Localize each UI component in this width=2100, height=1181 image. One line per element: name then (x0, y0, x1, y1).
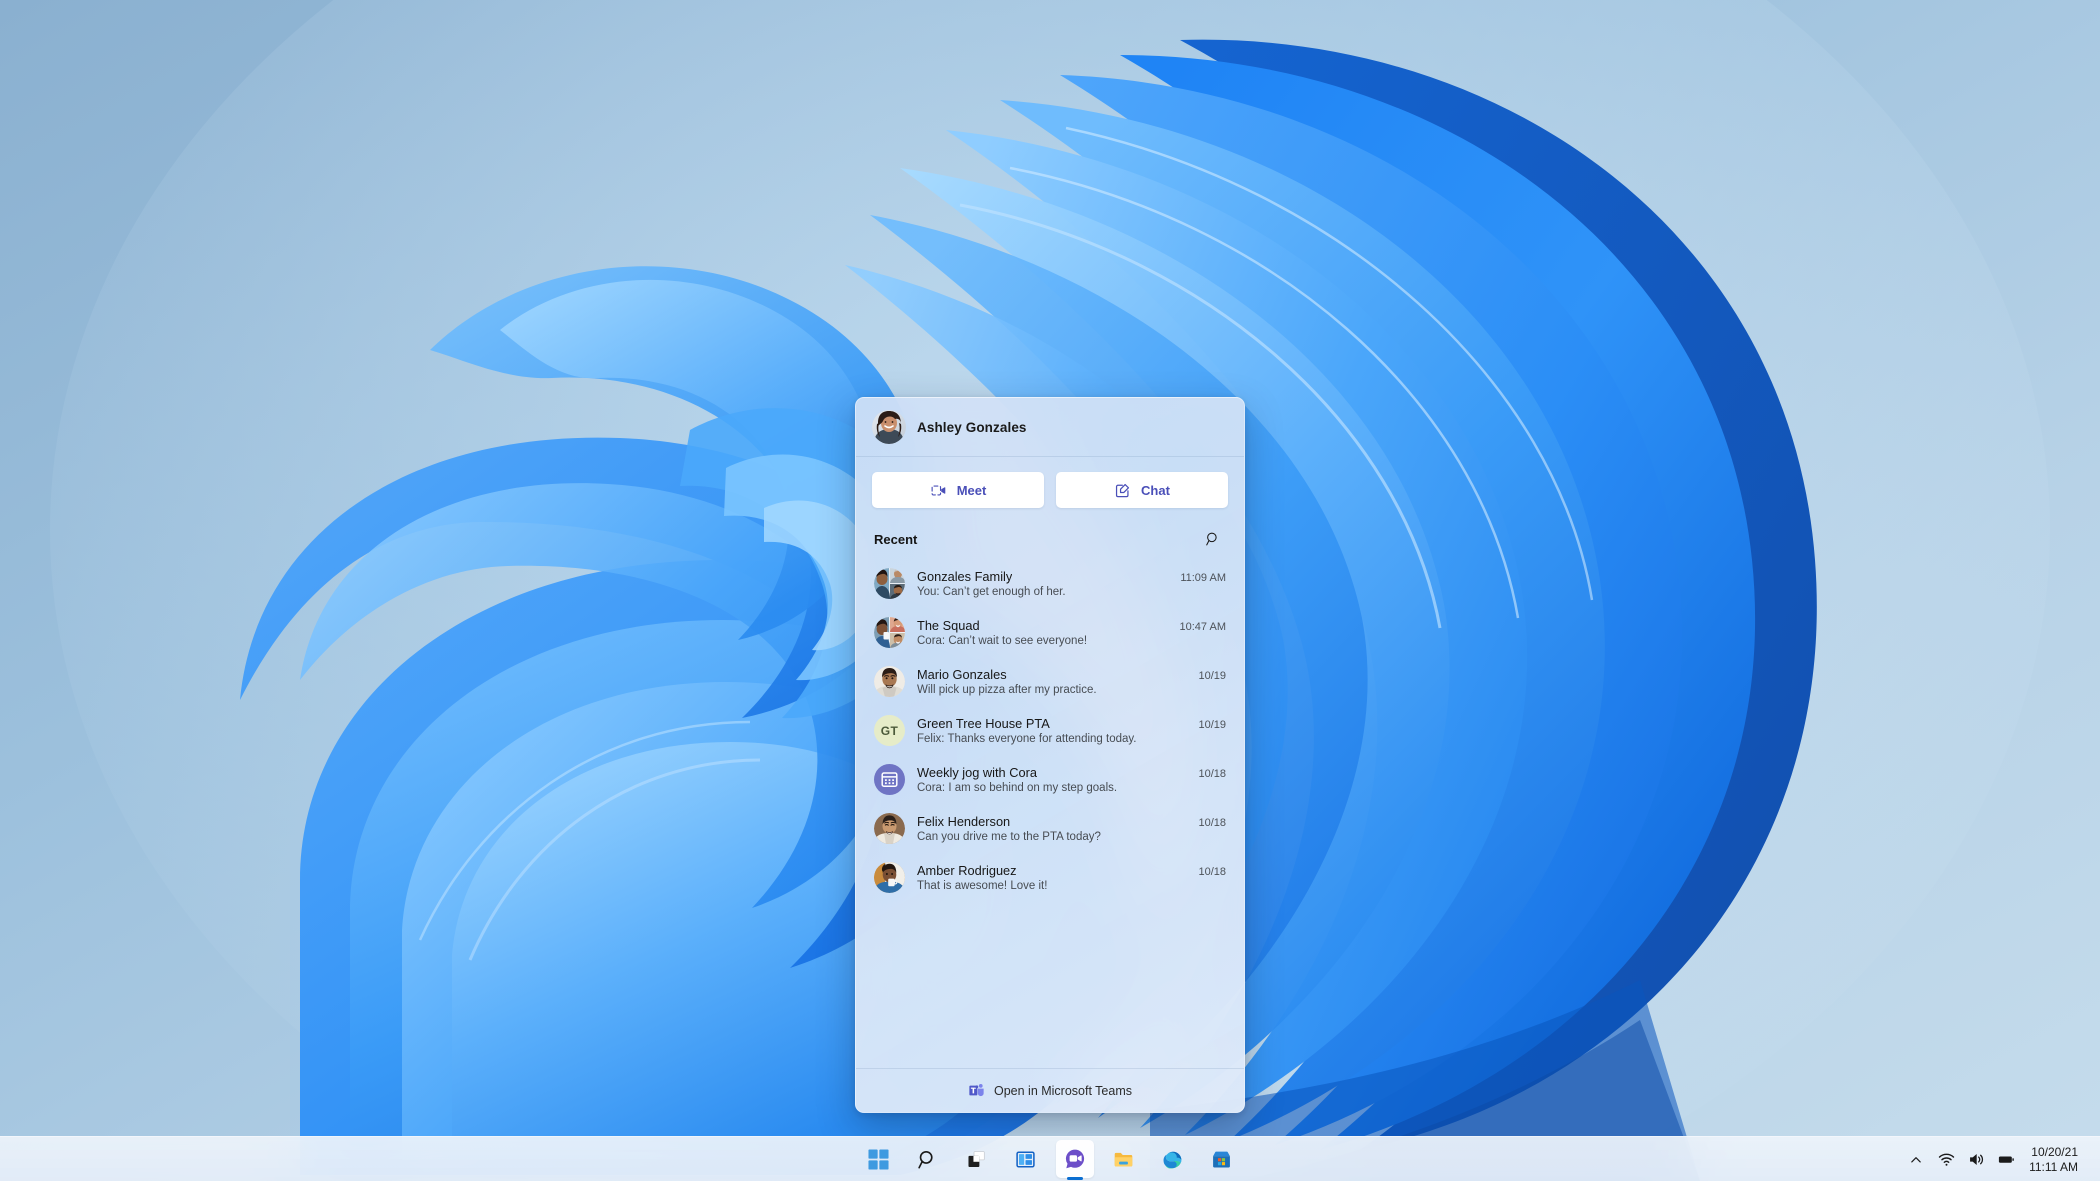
list-item[interactable]: Gonzales Family 11:09 AM You: Can’t get … (862, 559, 1238, 608)
task-view-icon (968, 1150, 985, 1167)
open-in-teams-label: Open in Microsoft Teams (993, 1083, 1133, 1098)
search-chats-button[interactable] (1200, 526, 1226, 552)
windows-logo-icon (868, 1148, 889, 1170)
wifi-icon (1938, 1153, 1954, 1166)
chat-time: 10/18 (1198, 768, 1226, 780)
meet-button[interactable]: Meet (872, 472, 1044, 508)
chat-button-label: Chat (1141, 482, 1170, 498)
file-explorer-icon (1114, 1152, 1133, 1166)
chat-item-body: Felix Henderson 10/18 Can you drive me t… (917, 814, 1226, 843)
store-button[interactable] (1203, 1140, 1241, 1178)
microsoft-edge-icon (1163, 1151, 1182, 1169)
group-photo-avatar (874, 617, 905, 648)
list-item[interactable]: Felix Henderson 10/18 Can you drive me t… (862, 804, 1238, 853)
start-button[interactable] (860, 1140, 898, 1178)
chat-name: Amber Rodriguez (917, 863, 1017, 878)
chat-preview: Can you drive me to the PTA today? (917, 831, 1101, 843)
list-item[interactable]: GT Green Tree House PTA 10/19 Felix: Tha… (862, 706, 1238, 755)
file-explorer-button[interactable] (1105, 1140, 1143, 1178)
clock-time: 11:11 AM (2029, 1159, 2078, 1174)
search-icon (1206, 532, 1217, 546)
teams-chat-icon (1065, 1149, 1084, 1169)
chat-item-body: Green Tree House PTA 10/19 Felix: Thanks… (917, 716, 1226, 745)
chat-item-body: Gonzales Family 11:09 AM You: Can’t get … (917, 569, 1226, 598)
action-button-row: Meet Chat (856, 457, 1244, 521)
calendar-icon (881, 772, 898, 787)
system-tray: 10/20/21 11:11 AM (1901, 1137, 2090, 1181)
clock-date: 10/20/21 (2031, 1144, 2078, 1159)
chat-name: The Squad (917, 618, 980, 633)
chat-time: 10/18 (1198, 817, 1226, 829)
task-view-button[interactable] (958, 1140, 996, 1178)
chat-time: 10/19 (1198, 670, 1226, 682)
chat-item-body: Amber Rodriguez 10/18 That is awesome! L… (917, 863, 1226, 892)
chat-avatar-group (874, 568, 905, 599)
profile-avatar-image (872, 410, 906, 444)
person-photo-avatar (874, 813, 905, 844)
chat-preview: You: Can’t get enough of her. (917, 586, 1066, 598)
chat-button[interactable]: Chat (1056, 472, 1228, 508)
search-icon (918, 1150, 933, 1169)
chat-avatar-initials: GT (874, 715, 905, 746)
recent-section-header: Recent (856, 521, 1244, 559)
list-item[interactable]: Amber Rodriguez 10/18 That is awesome! L… (862, 853, 1238, 902)
chat-avatar-person (874, 813, 905, 844)
chat-name: Mario Gonzales (917, 667, 1007, 682)
taskbar-center-group (860, 1140, 1241, 1178)
person-photo-avatar (874, 666, 905, 697)
chat-name: Gonzales Family (917, 569, 1013, 584)
meet-button-label: Meet (956, 482, 987, 498)
teams-chat-flyout[interactable]: Ashley Gonzales Meet Chat Recent Gonzale… (855, 397, 1245, 1113)
group-photo-avatar (874, 568, 905, 599)
compose-message-icon (1115, 483, 1130, 497)
person-photo-avatar (874, 862, 905, 893)
open-in-teams-button[interactable]: Open in Microsoft Teams (856, 1068, 1244, 1112)
search-button[interactable] (909, 1140, 947, 1178)
chat-avatar-meeting (874, 764, 905, 795)
recent-title: Recent (874, 531, 918, 547)
chat-preview: Cora: Can’t wait to see everyone! (917, 635, 1088, 647)
chat-name: Felix Henderson (917, 814, 1011, 829)
chat-preview: Cora: I am so behind on my step goals. (917, 782, 1118, 794)
microsoft-teams-icon (969, 1084, 984, 1097)
chat-avatar-group (874, 617, 905, 648)
chat-avatar-person (874, 862, 905, 893)
microsoft-store-icon (1213, 1151, 1230, 1168)
chat-avatar-person (874, 666, 905, 697)
battery-icon (1998, 1156, 2014, 1163)
battery-button[interactable] (1991, 1137, 2021, 1181)
chat-time: 10/19 (1198, 719, 1226, 731)
speaker-icon (1969, 1154, 1983, 1165)
flyout-header: Ashley Gonzales (856, 398, 1244, 457)
chat-preview: Will pick up pizza after my practice. (917, 684, 1097, 696)
list-item[interactable]: Mario Gonzales 10/19 Will pick up pizza … (862, 657, 1238, 706)
widgets-button[interactable] (1007, 1140, 1045, 1178)
profile-name: Ashley Gonzales (917, 419, 1027, 435)
chat-time: 11:09 AM (1180, 572, 1226, 584)
network-button[interactable] (1931, 1137, 1961, 1181)
chat-name: Green Tree House PTA (917, 716, 1050, 731)
list-item[interactable]: Weekly jog with Cora 10/18 Cora: I am so… (862, 755, 1238, 804)
chat-button[interactable] (1055, 1140, 1094, 1178)
chat-name: Weekly jog with Cora (917, 765, 1037, 780)
video-camera-icon (931, 485, 945, 495)
clock[interactable]: 10/20/21 11:11 AM (2021, 1145, 2090, 1174)
chat-preview: Felix: Thanks everyone for attending tod… (917, 733, 1137, 745)
volume-button[interactable] (1961, 1137, 1991, 1181)
avatar-initials-label: GT (880, 723, 899, 738)
chat-item-body: Mario Gonzales 10/19 Will pick up pizza … (917, 667, 1226, 696)
list-item[interactable]: The Squad 10:47 AM Cora: Can’t wait to s… (862, 608, 1238, 657)
chat-item-body: The Squad 10:47 AM Cora: Can’t wait to s… (917, 618, 1226, 647)
recent-chat-list[interactable]: Gonzales Family 11:09 AM You: Can’t get … (856, 559, 1244, 1068)
chevron-up-icon (1911, 1156, 1921, 1163)
profile-avatar[interactable] (872, 410, 906, 444)
edge-button[interactable] (1154, 1140, 1192, 1178)
chat-time: 10:47 AM (1179, 621, 1226, 633)
chat-preview: That is awesome! Love it! (917, 880, 1048, 892)
widgets-icon (1016, 1150, 1035, 1168)
chat-time: 10/18 (1198, 866, 1226, 878)
taskbar: 10/20/21 11:11 AM (0, 1136, 2100, 1181)
chat-item-body: Weekly jog with Cora 10/18 Cora: I am so… (917, 765, 1226, 794)
show-hidden-icons-button[interactable] (1901, 1137, 1931, 1181)
